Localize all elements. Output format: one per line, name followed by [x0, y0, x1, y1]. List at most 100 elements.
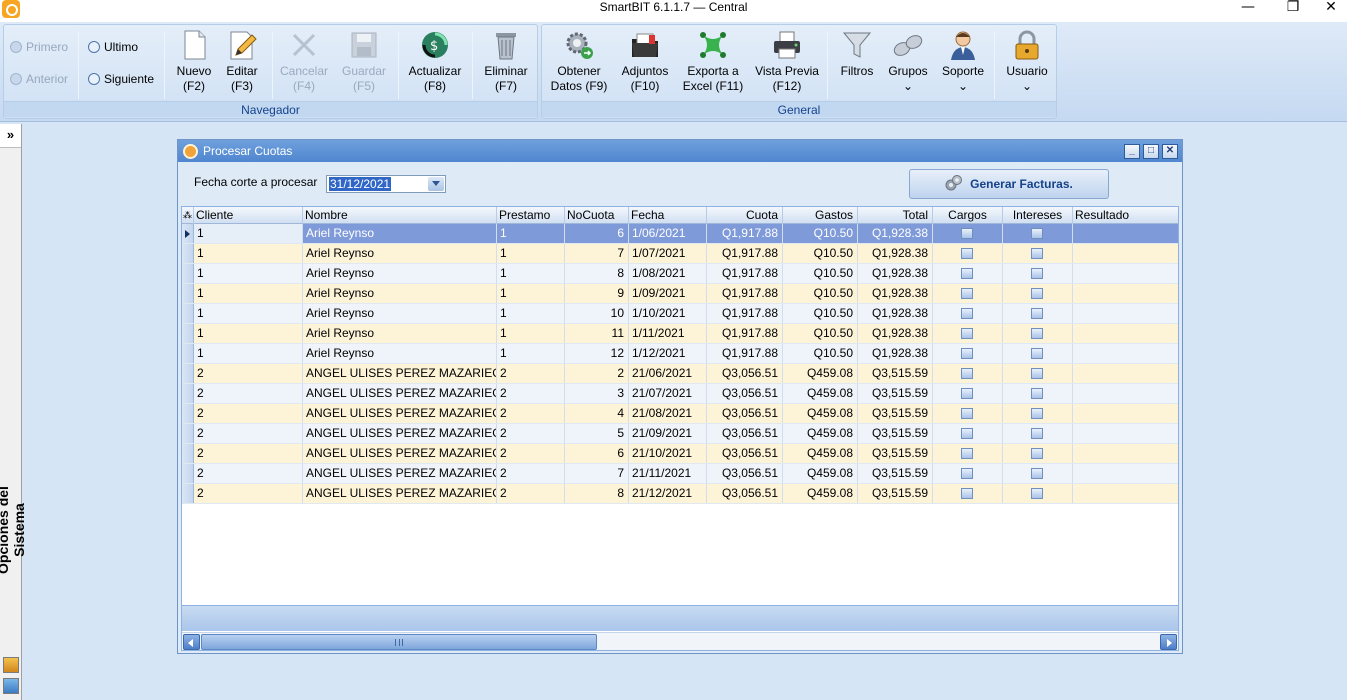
- cell-prestamo[interactable]: 2: [497, 464, 565, 483]
- cell-prestamo[interactable]: 1: [497, 324, 565, 343]
- cell-total[interactable]: Q1,928.38: [858, 224, 933, 243]
- column-header-cargos[interactable]: Cargos: [933, 207, 1003, 224]
- cell-nocuota[interactable]: 11: [565, 324, 629, 343]
- cargos-checkbox[interactable]: [961, 248, 973, 259]
- cell-nocuota[interactable]: 9: [565, 284, 629, 303]
- row-selector[interactable]: [182, 364, 194, 383]
- column-header-gastos[interactable]: Gastos: [783, 207, 858, 224]
- row-selector[interactable]: [182, 404, 194, 423]
- intereses-checkbox[interactable]: [1031, 388, 1043, 399]
- cargos-checkbox[interactable]: [961, 228, 973, 239]
- column-header-prestamo[interactable]: Prestamo: [497, 207, 565, 224]
- cargos-checkbox[interactable]: [961, 368, 973, 379]
- cell-gastos[interactable]: Q459.08: [783, 424, 858, 443]
- cell-gastos[interactable]: Q459.08: [783, 484, 858, 503]
- row-selector[interactable]: [182, 444, 194, 463]
- generar-facturas-button[interactable]: Generar Facturas.: [909, 169, 1109, 199]
- intereses-checkbox[interactable]: [1031, 408, 1043, 419]
- intereses-checkbox[interactable]: [1031, 248, 1043, 259]
- cell-resultado[interactable]: [1073, 284, 1178, 303]
- cell-prestamo[interactable]: 2: [497, 444, 565, 463]
- cell-prestamo[interactable]: 1: [497, 244, 565, 263]
- cell-nocuota[interactable]: 8: [565, 484, 629, 503]
- cargos-checkbox[interactable]: [961, 488, 973, 499]
- cell-nombre[interactable]: Ariel Reynso: [303, 224, 497, 243]
- cell-resultado[interactable]: [1073, 424, 1178, 443]
- cell-prestamo[interactable]: 2: [497, 384, 565, 403]
- cargos-checkbox[interactable]: [961, 308, 973, 319]
- row-selector[interactable]: [182, 464, 194, 483]
- cargos-checkbox[interactable]: [961, 388, 973, 399]
- cell-gastos[interactable]: Q459.08: [783, 444, 858, 463]
- row-selector[interactable]: [182, 244, 194, 263]
- intereses-checkbox[interactable]: [1031, 348, 1043, 359]
- obtener-datos-button[interactable]: Obtener Datos (F9): [548, 29, 610, 94]
- cell-fecha[interactable]: 1/12/2021: [629, 344, 707, 363]
- chevron-down-icon[interactable]: [428, 177, 444, 191]
- cell-cliente[interactable]: 2: [194, 444, 303, 463]
- cell-prestamo[interactable]: 1: [497, 264, 565, 283]
- row-selector[interactable]: [182, 484, 194, 503]
- cell-total[interactable]: Q1,928.38: [858, 284, 933, 303]
- table-row[interactable]: 1 Ariel Reynso 1 7 1/07/2021 Q1,917.88 Q10.50 Q…: [182, 244, 1178, 264]
- cell-resultado[interactable]: [1073, 324, 1178, 343]
- cell-nombre[interactable]: Ariel Reynso: [303, 284, 497, 303]
- cargos-checkbox[interactable]: [961, 448, 973, 459]
- cell-fecha[interactable]: 21/11/2021: [629, 464, 707, 483]
- intereses-checkbox[interactable]: [1031, 468, 1043, 479]
- cell-prestamo[interactable]: 1: [497, 344, 565, 363]
- usuario-button[interactable]: Usuario ⌄: [1000, 29, 1054, 94]
- cell-resultado[interactable]: [1073, 244, 1178, 263]
- siguiente-button[interactable]: Siguiente: [88, 71, 154, 87]
- cell-resultado[interactable]: [1073, 304, 1178, 323]
- cell-gastos[interactable]: Q459.08: [783, 464, 858, 483]
- column-header-cliente[interactable]: Cliente: [194, 207, 303, 224]
- grupos-button[interactable]: Grupos ⌄: [884, 29, 932, 94]
- column-header-resultado[interactable]: Resultado: [1073, 207, 1178, 224]
- cell-fecha[interactable]: 1/11/2021: [629, 324, 707, 343]
- cell-fecha[interactable]: 21/12/2021: [629, 484, 707, 503]
- cargos-checkbox[interactable]: [961, 428, 973, 439]
- cell-nombre[interactable]: Ariel Reynso: [303, 304, 497, 323]
- cell-cuota[interactable]: Q3,056.51: [707, 464, 783, 483]
- table-row[interactable]: 1 Ariel Reynso 1 9 1/09/2021 Q1,917.88 Q10.50 Q…: [182, 284, 1178, 304]
- cell-cliente[interactable]: 2: [194, 424, 303, 443]
- cell-cuota[interactable]: Q1,917.88: [707, 304, 783, 323]
- sidebar-label[interactable]: Opciones del Sistema: [0, 459, 27, 601]
- cell-prestamo[interactable]: 1: [497, 284, 565, 303]
- cell-total[interactable]: Q3,515.59: [858, 384, 933, 403]
- cell-fecha[interactable]: 1/07/2021: [629, 244, 707, 263]
- cell-cliente[interactable]: 2: [194, 484, 303, 503]
- intereses-checkbox[interactable]: [1031, 268, 1043, 279]
- table-row[interactable]: 2ANGEL ULISES PEREZ MAZARIEGOS2321/07/20…: [182, 384, 1178, 404]
- cell-nombre[interactable]: ANGEL ULISES PEREZ MAZARIEGOS: [303, 404, 497, 423]
- cell-resultado[interactable]: [1073, 224, 1178, 243]
- cell-cuota[interactable]: Q3,056.51: [707, 484, 783, 503]
- scrollbar-thumb[interactable]: [201, 634, 597, 650]
- cell-cliente[interactable]: 1: [194, 244, 303, 263]
- primero-button[interactable]: Primero: [10, 39, 68, 55]
- exporta-excel-button[interactable]: Exporta a Excel (F11): [680, 29, 746, 94]
- cell-gastos[interactable]: Q10.50: [783, 264, 858, 283]
- cell-resultado[interactable]: [1073, 404, 1178, 423]
- cell-nocuota[interactable]: 3: [565, 384, 629, 403]
- cargos-checkbox[interactable]: [961, 348, 973, 359]
- cell-cliente[interactable]: 1: [194, 304, 303, 323]
- eliminar-button[interactable]: Eliminar (F7): [480, 29, 532, 94]
- cell-cuota[interactable]: Q1,917.88: [707, 284, 783, 303]
- cell-cuota[interactable]: Q3,056.51: [707, 384, 783, 403]
- cell-gastos[interactable]: Q10.50: [783, 344, 858, 363]
- intereses-checkbox[interactable]: [1031, 428, 1043, 439]
- intereses-checkbox[interactable]: [1031, 328, 1043, 339]
- cell-total[interactable]: Q3,515.59: [858, 484, 933, 503]
- cell-nocuota[interactable]: 12: [565, 344, 629, 363]
- cell-nombre[interactable]: Ariel Reynso: [303, 264, 497, 283]
- row-selector[interactable]: [182, 284, 194, 303]
- cargos-checkbox[interactable]: [961, 268, 973, 279]
- child-close-button[interactable]: ✕: [1162, 144, 1178, 159]
- cell-gastos[interactable]: Q10.50: [783, 284, 858, 303]
- sidebar-expand-button[interactable]: »: [0, 124, 21, 148]
- cell-nocuota[interactable]: 8: [565, 264, 629, 283]
- cell-resultado[interactable]: [1073, 264, 1178, 283]
- close-button[interactable]: ✕: [1315, 0, 1347, 20]
